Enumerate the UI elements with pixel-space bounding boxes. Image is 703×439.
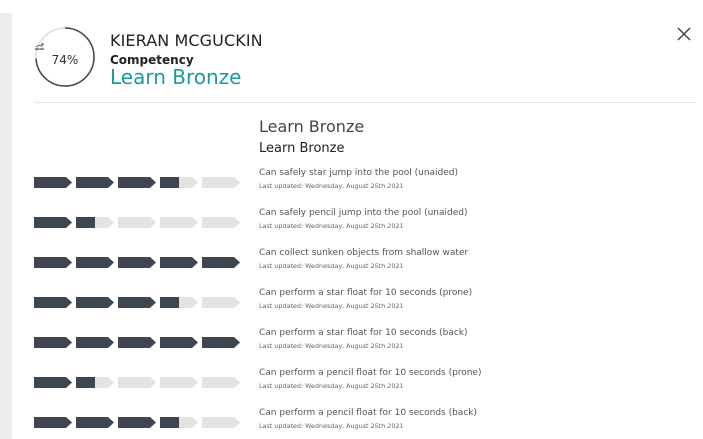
segment-filled [34,417,72,428]
skill-progress-bar [34,177,244,188]
skill-row[interactable]: Can perform a pencil float for 10 second… [12,363,703,403]
skill-label: Can safely star jump into the pool (unai… [259,168,459,178]
skill-progress-bar [34,417,244,428]
skill-progress-graphic [34,257,240,268]
section-subtitle: Learn Bronze [259,141,345,156]
segment-filled [76,257,114,268]
segment-filled [76,417,114,428]
segment-filled [160,337,198,348]
close-icon[interactable] [675,25,693,43]
skill-progress-graphic [34,417,240,428]
segment-filled [34,377,72,388]
segment-partial [160,177,179,188]
segment-filled [34,217,72,228]
segment-partial [160,297,179,308]
segment-filled [160,257,198,268]
segment-filled [76,337,114,348]
segment-empty [202,417,240,428]
skill-progress-graphic [34,337,240,348]
skill-last-updated: Last updated: Wednesday, August 25th 202… [259,302,404,310]
skill-label: Can perform a pencil float for 10 second… [259,368,482,378]
skill-row[interactable]: Can perform a pencil float for 10 second… [12,403,703,439]
header-divider [34,102,695,103]
skill-progress-graphic [34,177,240,188]
segment-empty [202,297,240,308]
skill-label: Can perform a star float for 10 seconds … [259,328,468,338]
skill-progress-bar [34,377,244,388]
top-background [0,0,703,13]
skill-label: Can perform a pencil float for 10 second… [259,408,477,418]
segment-partial [76,217,95,228]
skill-last-updated: Last updated: Wednesday, August 25th 202… [259,222,404,230]
competency-panel: 74% KIERAN MCGUCKIN Competency Learn Bro… [12,13,703,439]
skill-label: Can perform a star float for 10 seconds … [259,288,473,298]
segment-empty [160,217,198,228]
skill-row[interactable]: Can safely pencil jump into the pool (un… [12,203,703,243]
level-title: Learn Bronze [110,65,242,89]
skill-last-updated: Last updated: Wednesday, August 25th 202… [259,182,404,190]
segment-empty [202,177,240,188]
panel-header: 74% KIERAN MCGUCKIN Competency Learn Bro… [12,13,703,102]
skill-row[interactable]: Can safely star jump into the pool (unai… [12,163,703,203]
segment-filled [76,297,114,308]
skill-progress-graphic [34,217,240,228]
progress-percent: 74% [51,53,79,67]
skill-last-updated: Last updated: Wednesday, August 25th 202… [259,382,404,390]
student-name: KIERAN MCGUCKIN [110,31,263,50]
segment-filled [34,297,72,308]
segment-empty [202,217,240,228]
segment-filled [118,297,156,308]
segment-filled [202,337,240,348]
segment-empty [202,377,240,388]
skill-row[interactable]: Can perform a star float for 10 seconds … [12,323,703,363]
segment-filled [34,177,72,188]
skill-progress-graphic [34,377,240,388]
skill-progress-bar [34,217,244,228]
skill-last-updated: Last updated: Wednesday, August 25th 202… [259,262,404,270]
segment-filled [34,337,72,348]
segment-filled [118,337,156,348]
skill-progress-bar [34,257,244,268]
left-background [0,13,12,439]
progress-ring: 74% [34,26,96,88]
segment-filled [76,177,114,188]
segment-filled [34,257,72,268]
segment-filled [118,417,156,428]
skill-list: Can safely star jump into the pool (unai… [12,163,703,439]
skill-progress-bar [34,297,244,308]
skill-row[interactable]: Can collect sunken objects from shallow … [12,243,703,283]
skill-last-updated: Last updated: Wednesday, August 25th 202… [259,422,404,430]
skill-row[interactable]: Can perform a star float for 10 seconds … [12,283,703,323]
skill-last-updated: Last updated: Wednesday, August 25th 202… [259,342,404,350]
skill-label: Can safely pencil jump into the pool (un… [259,208,468,218]
section-title: Learn Bronze [259,117,365,136]
skill-progress-bar [34,337,244,348]
segment-empty [118,377,156,388]
segment-empty [160,377,198,388]
segment-filled [202,257,240,268]
segment-empty [118,217,156,228]
skill-progress-graphic [34,297,240,308]
segment-filled [118,257,156,268]
segment-partial [160,417,179,428]
skill-label: Can collect sunken objects from shallow … [259,248,469,258]
segment-partial [76,377,95,388]
segment-filled [118,177,156,188]
